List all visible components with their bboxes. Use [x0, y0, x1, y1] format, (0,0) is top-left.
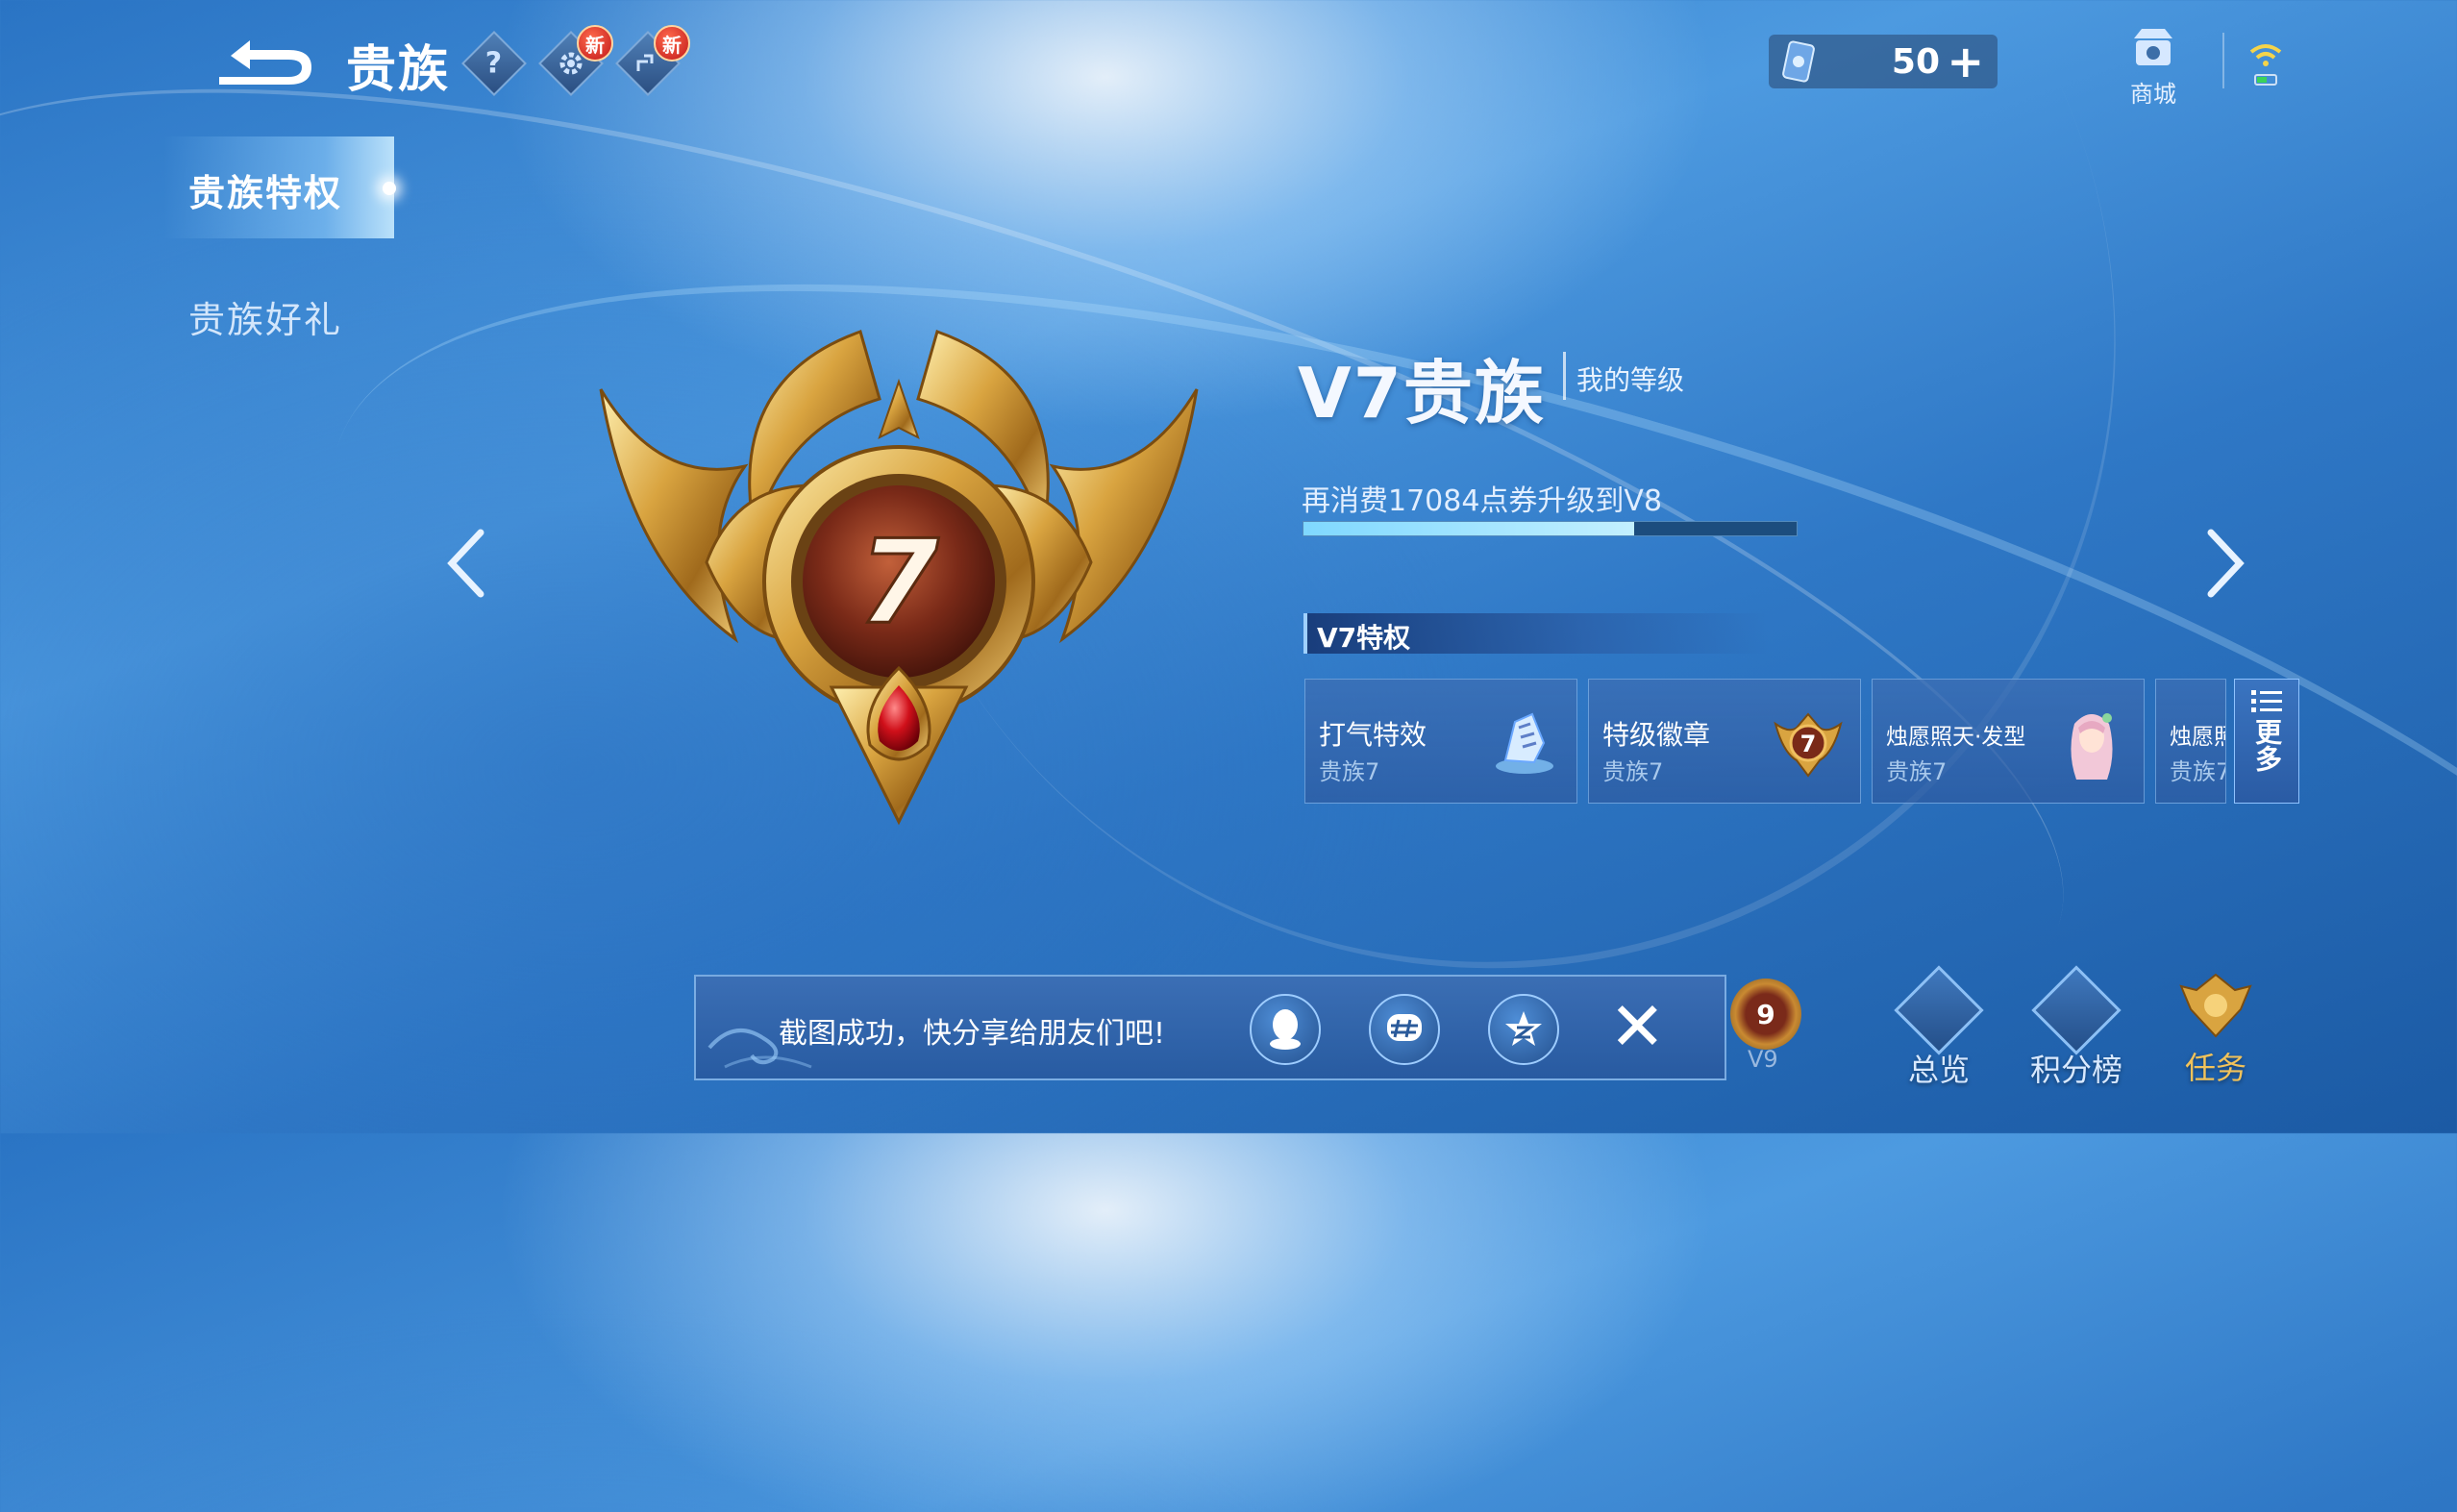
privilege-tier: 贵族7 [1602, 758, 1664, 785]
sidebar-item-noble-gifts[interactable]: 贵族好礼 [188, 290, 342, 343]
share-message: 截图成功，快分享给朋友们吧! [779, 1017, 1166, 1051]
screenshot-share-bar: 截图成功，快分享给朋友们吧! ✕ [694, 975, 1726, 1080]
back-arrow-icon [219, 40, 311, 85]
settings-button[interactable]: 新 [538, 25, 613, 96]
network-status [2246, 38, 2286, 96]
help-button[interactable]: ? [461, 31, 527, 96]
currency-display[interactable]: 50 + [1769, 35, 1998, 88]
sidebar-item-noble-privileges[interactable]: 贵族特权 [188, 163, 342, 216]
help-icon: ? [485, 46, 503, 81]
tasks-icon [2179, 973, 2252, 1038]
svg-text:7: 7 [1800, 731, 1817, 757]
nav-tasks-label: 任务 [2184, 1050, 2246, 1086]
badge-level-number: 7 [858, 516, 939, 650]
hairstyle-icon [2071, 713, 2113, 780]
badge-icon: 7 [1774, 712, 1843, 778]
v9-label: V9 [1748, 1046, 1778, 1073]
chevron-left-icon [447, 529, 484, 598]
level-title: V7贵族 [1298, 353, 1546, 434]
v9-level-badge[interactable]: 9 [1730, 979, 1801, 1050]
share-qzone-button[interactable] [1488, 994, 1559, 1065]
voucher-icon [1782, 40, 1815, 83]
currency-value: 50 [1891, 42, 1940, 82]
privilege-card[interactable]: 特级徽章 贵族7 7 [1588, 679, 1861, 804]
v9-number: 9 [1756, 998, 1775, 1030]
nav-leaderboard[interactable]: 积分榜 [2023, 965, 2129, 1090]
new-badge: 新 [654, 25, 690, 62]
progress-fill [1303, 522, 1634, 535]
active-indicator-dot [383, 182, 396, 195]
qq-icon [1270, 1009, 1301, 1050]
leaderboard-icon [2031, 965, 2122, 1055]
previous-level-button[interactable] [444, 529, 490, 602]
overview-icon [1894, 965, 1984, 1055]
nav-tasks[interactable]: 任务 [2163, 971, 2269, 1088]
my-level-link[interactable]: 我的等级 [1576, 359, 1684, 398]
shop-label: 商城 [2130, 81, 2176, 108]
noble-level-badge: 7 [591, 322, 1206, 835]
nav-overview[interactable]: 总览 [1886, 965, 1992, 1090]
list-icon [2251, 690, 2282, 712]
privilege-tier: 贵族7 [1886, 758, 1948, 785]
more-privileges-button[interactable]: 更多 [2234, 679, 2299, 804]
cheer-effect-icon [1496, 712, 1553, 774]
back-button[interactable] [211, 35, 317, 88]
qzone-icon [1505, 1011, 1542, 1046]
wechat-icon [1387, 1014, 1422, 1041]
privilege-name: 打气特效 [1319, 719, 1427, 751]
privileges-header-label: V7特权 [1317, 622, 1411, 654]
privilege-card[interactable]: 烛愿照天·发型 贵族7 [2155, 679, 2226, 804]
new-badge: 新 [577, 25, 613, 62]
add-currency-button[interactable]: + [1947, 39, 1984, 84]
upgrade-progress-bar [1303, 521, 1798, 536]
privilege-name: 特级徽章 [1602, 719, 1711, 751]
privilege-card[interactable]: 打气特效 贵族7 [1304, 679, 1577, 804]
wifi-icon [2249, 44, 2282, 86]
shop-button[interactable]: 商城 [2120, 25, 2187, 109]
divider [1563, 352, 1566, 400]
next-level-button[interactable] [2201, 529, 2247, 602]
share-qq-button[interactable] [1250, 994, 1321, 1065]
chevron-right-icon [2207, 529, 2245, 598]
share-wechat-button[interactable] [1369, 994, 1440, 1065]
privileges-header: V7特权 [1303, 613, 1769, 654]
privilege-name: 烛愿照天·发型 [2170, 725, 2225, 750]
more-label: 更多 [2251, 718, 2283, 772]
share-button[interactable]: 新 [615, 25, 690, 96]
privilege-tier: 贵族7 [1319, 758, 1380, 785]
privilege-card[interactable]: 烛愿照天·发型 贵族7 [1872, 679, 2145, 804]
page-title: 贵族 [346, 41, 451, 99]
shop-icon [2134, 29, 2172, 65]
upgrade-progress-text: 再消费17084点券升级到V8 [1302, 484, 1663, 518]
privilege-tier: 贵族7 [2170, 758, 2226, 785]
privilege-name: 烛愿照天·发型 [1886, 725, 2026, 750]
close-share-button[interactable]: ✕ [1609, 988, 1666, 1065]
divider [2222, 33, 2224, 88]
